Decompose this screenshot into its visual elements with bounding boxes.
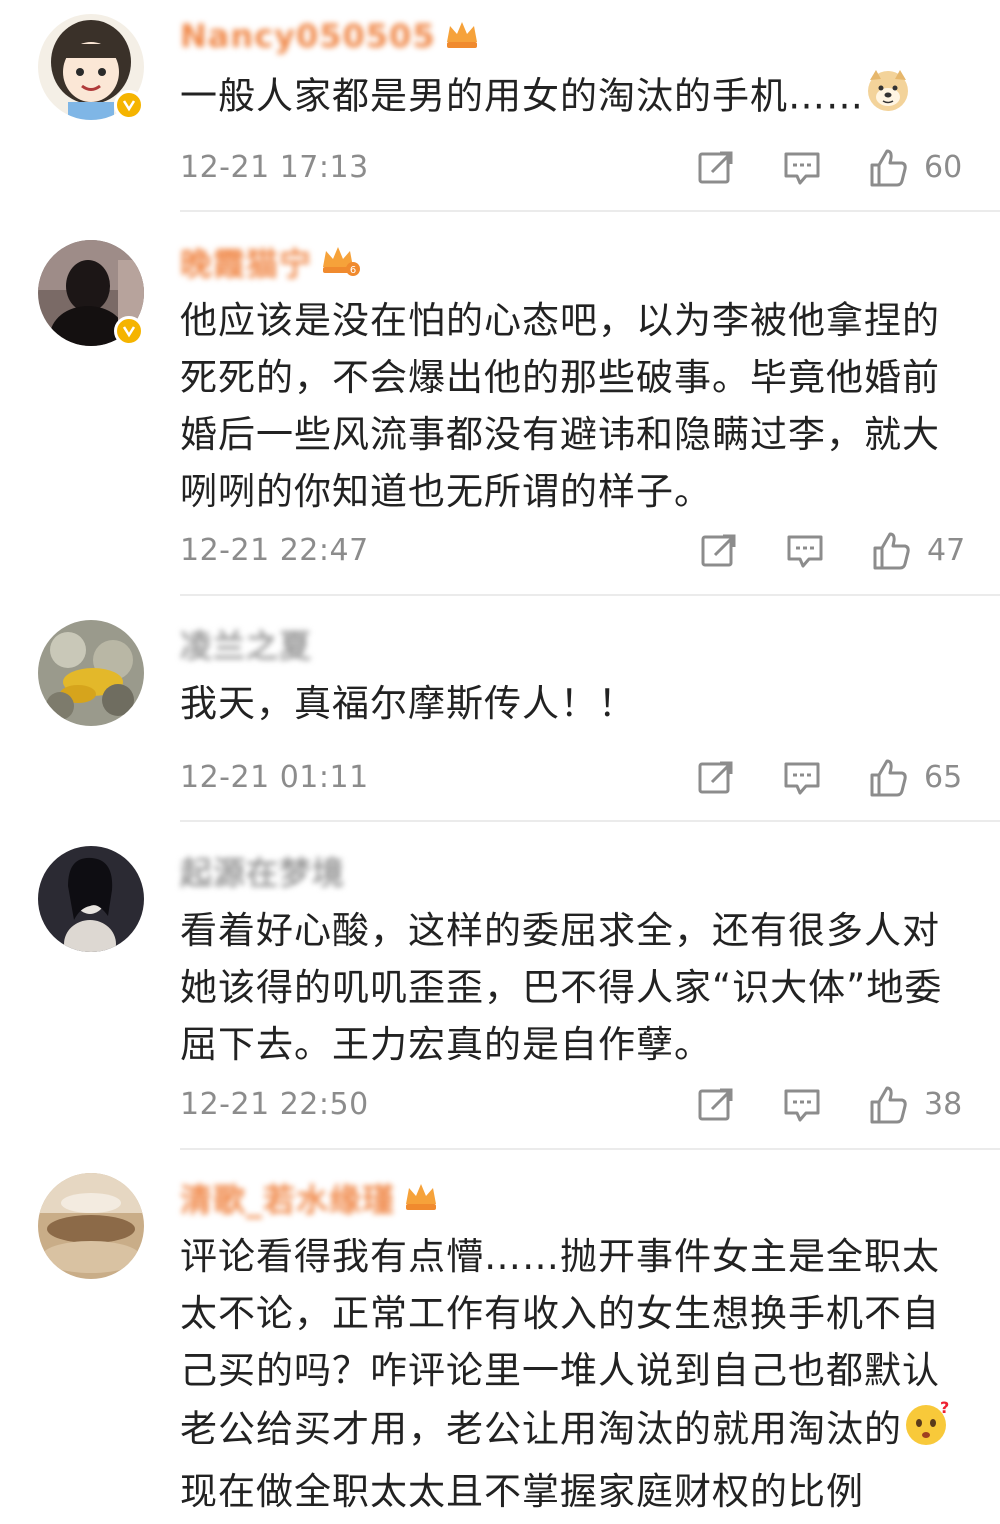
comment-time: 12-21 22:50 <box>180 1087 369 1122</box>
comment-text-content: 现在做全职太太且不掌握家庭财权的比例 <box>180 1470 864 1513</box>
comment-text: 看着好心酸，这样的委屈求全，还有很多人对她该得的叽叽歪歪，巴不得人家“识大体”地… <box>180 909 943 1066</box>
comment-icon[interactable] <box>782 758 822 798</box>
comment-text: 他应该是没在怕的心态吧，以为李被他拿捏的死死的，不会爆出他的那些破事。毕竟他婚前… <box>180 299 940 513</box>
username[interactable]: 起源在梦境 <box>180 848 345 894</box>
comment-time: 12-21 22:47 <box>180 533 369 568</box>
username[interactable]: Nancy050505 <box>180 17 436 55</box>
comment-time: 12-21 17:13 <box>180 150 369 185</box>
comment-icon[interactable] <box>782 148 822 188</box>
comment-meta: 12-21 17:13 60 <box>180 148 970 188</box>
doge-emoji-icon <box>864 66 912 130</box>
svg-text:?: ? <box>940 1399 950 1417</box>
vip-crown-icon <box>444 18 480 54</box>
comment-icon[interactable] <box>782 1085 822 1125</box>
divider <box>180 210 1000 212</box>
like-icon[interactable] <box>868 148 908 188</box>
comment-text: 我天，真福尔摩斯传人！！ <box>180 682 636 725</box>
avatar[interactable] <box>38 14 144 120</box>
verified-icon <box>114 90 144 120</box>
avatar[interactable] <box>38 240 144 346</box>
like-icon[interactable] <box>868 1085 908 1125</box>
verified-icon <box>114 316 144 346</box>
comment-text: 评论看得我有点懵……抛开事件女主是全职太太不论，正常工作有收入的女生想换手机不自… <box>180 1228 970 1520</box>
avatar[interactable] <box>38 1173 144 1279</box>
username[interactable]: 晚霞猫宁 <box>180 239 312 285</box>
divider <box>180 594 1000 596</box>
comment-icon[interactable] <box>785 531 825 571</box>
repost-icon[interactable] <box>696 1085 736 1125</box>
repost-icon[interactable] <box>696 758 736 798</box>
avatar[interactable] <box>38 846 144 952</box>
username[interactable]: 清歌_若水缘瑾 <box>180 1175 395 1221</box>
divider <box>180 820 1000 822</box>
like-icon[interactable] <box>868 758 908 798</box>
like-count: 60 <box>924 150 963 185</box>
svg-text:6: 6 <box>350 265 356 276</box>
comment-text-content: 一般人家都是男的用女的淘汰的手机…… <box>180 74 864 118</box>
divider <box>180 1148 1000 1150</box>
like-icon[interactable] <box>871 531 911 571</box>
vip-crown-icon <box>403 1180 439 1216</box>
confused-emoji-icon: ? <box>902 1398 950 1463</box>
like-count: 38 <box>924 1087 963 1122</box>
comment-text: 一般人家都是男的用女的淘汰的手机…… <box>180 66 970 130</box>
comment-meta: 12-21 01:11 65 <box>180 758 970 798</box>
repost-icon[interactable] <box>699 531 739 571</box>
repost-icon[interactable] <box>696 148 736 188</box>
like-count: 47 <box>927 533 966 568</box>
like-count: 65 <box>924 760 963 795</box>
comment-time: 12-21 01:11 <box>180 760 369 795</box>
username[interactable]: 凌兰之夏 <box>180 621 312 667</box>
avatar[interactable] <box>38 620 144 726</box>
comment-meta: 12-21 22:47 47 <box>180 531 970 571</box>
vip-crown-icon: 6 <box>320 243 361 281</box>
comment-text-content: 评论看得我有点懵……抛开事件女主是全职太太不论，正常工作有收入的女生想换手机不自… <box>180 1235 940 1451</box>
comment-meta: 12-21 22:50 38 <box>180 1085 970 1125</box>
